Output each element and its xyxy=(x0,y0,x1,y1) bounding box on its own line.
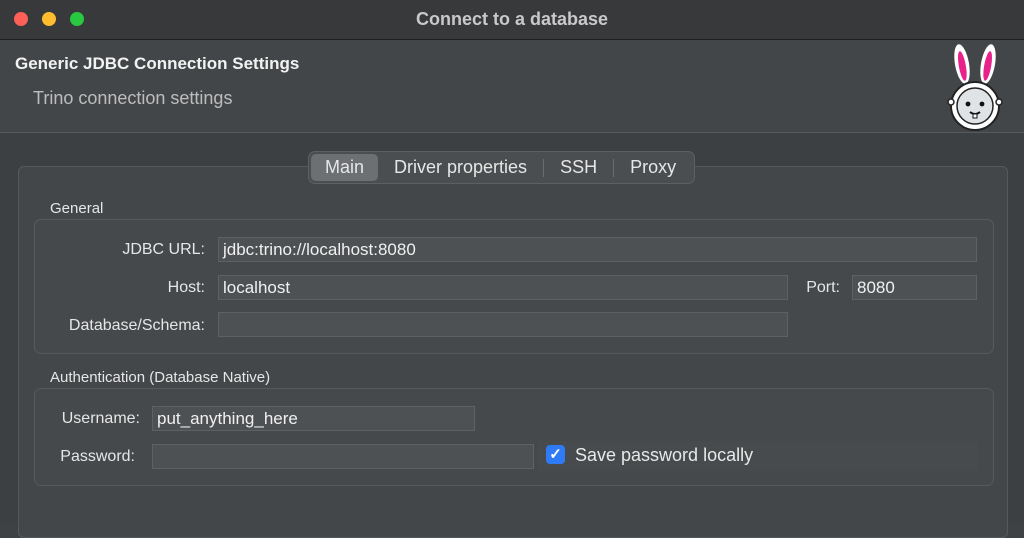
tab-driver-properties[interactable]: Driver properties xyxy=(378,154,543,181)
password-field[interactable] xyxy=(152,444,534,469)
title-bar: Connect to a database xyxy=(0,0,1024,40)
window-title: Connect to a database xyxy=(415,9,609,29)
save-password-label[interactable]: Save password locally xyxy=(575,445,753,466)
tab-ssh[interactable]: SSH xyxy=(544,154,613,181)
dialog-header: Generic JDBC Connection Settings Trino c… xyxy=(0,40,1024,133)
port-field[interactable]: 8080 xyxy=(852,275,977,300)
host-label: Host: xyxy=(167,279,205,296)
auth-group-label: Authentication (Database Native) xyxy=(50,369,271,386)
auth-group xyxy=(34,388,994,486)
save-password-checkbox[interactable]: ✓ xyxy=(546,445,565,464)
bunny-astronaut-icon xyxy=(947,44,1003,131)
database-schema-field[interactable] xyxy=(218,312,788,337)
username-label: Username: xyxy=(61,410,140,427)
tab-proxy[interactable]: Proxy xyxy=(614,154,692,181)
tab-main[interactable]: Main xyxy=(311,154,379,181)
host-field[interactable]: localhost xyxy=(218,275,788,300)
jdbc-url-field[interactable]: jdbc:trino://localhost:8080 xyxy=(218,237,977,262)
username-field[interactable]: put_anything_here xyxy=(152,406,475,431)
database-schema-label: Database/Schema: xyxy=(68,317,205,334)
jdbc-url-label: JDBC URL: xyxy=(122,241,205,258)
port-label: Port: xyxy=(806,279,840,296)
header-title: Generic JDBC Connection Settings xyxy=(15,54,300,73)
save-password-row: ✓ Save password locally xyxy=(538,441,978,471)
tab-bar: Main Driver properties SSH Proxy xyxy=(308,151,696,184)
header-subtitle: Trino connection settings xyxy=(33,88,233,108)
general-group-label: General xyxy=(50,200,104,217)
password-label: Password: xyxy=(60,448,135,465)
